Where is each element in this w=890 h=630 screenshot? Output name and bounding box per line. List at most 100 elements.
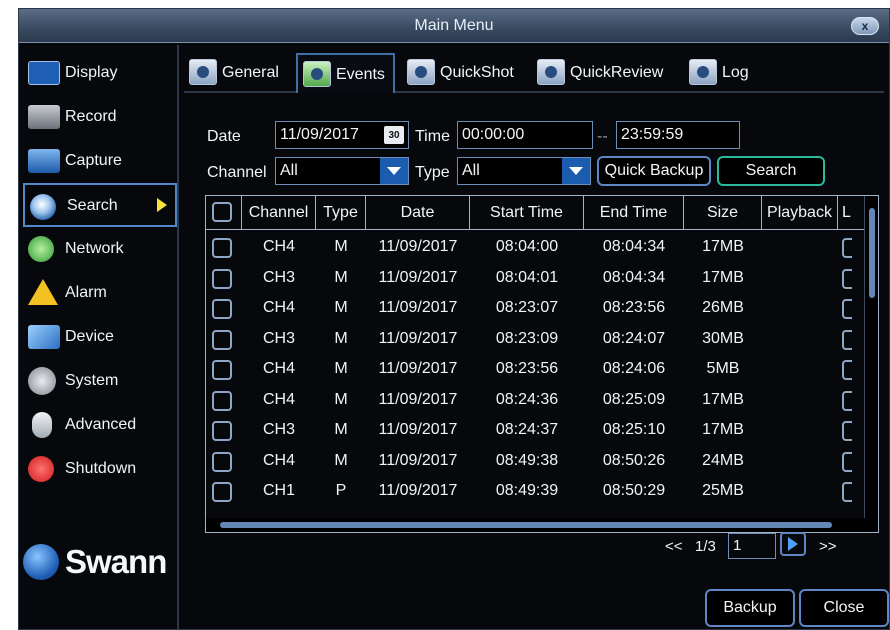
row-checkbox[interactable]: [212, 268, 232, 289]
tab-quickreview[interactable]: QuickReview: [532, 53, 671, 93]
table-cell: 08:50:29: [602, 482, 666, 499]
sidebar: Display Record Capture Search Network Al…: [19, 45, 179, 629]
lock-checkbox[interactable]: [842, 421, 852, 441]
table-cell: CH4: [262, 451, 295, 469]
sidebar-item-network[interactable]: Network: [23, 229, 177, 269]
close-window-button[interactable]: x: [851, 17, 879, 35]
channel-select[interactable]: All: [275, 157, 409, 185]
sidebar-item-device[interactable]: Device: [23, 317, 177, 357]
sidebar-item-display[interactable]: Display: [23, 53, 177, 93]
table-cell: 11/09/2017: [378, 360, 458, 377]
lock-checkbox[interactable]: [842, 482, 852, 502]
row-checkbox[interactable]: [212, 360, 232, 380]
table-cell: 08:23:07: [495, 299, 559, 316]
table-cell: CH4: [262, 390, 295, 408]
table-cell: 08:24:07: [602, 329, 666, 347]
prev-page-button[interactable]: <<: [665, 535, 683, 559]
column-header-channel[interactable]: Channel: [242, 196, 316, 230]
table-cell: CH1: [262, 482, 295, 499]
log-tab-icon: [689, 59, 717, 85]
table-cell: CH4: [262, 238, 295, 255]
tab-events[interactable]: Events: [296, 53, 395, 93]
backup-button[interactable]: Backup: [705, 589, 795, 627]
select-all-checkbox[interactable]: [212, 202, 232, 222]
table-row[interactable]: CH1 P 11/09/2017 08:49:39 08:50:29 25MB: [206, 481, 866, 512]
vertical-scroll-thumb[interactable]: [869, 208, 875, 298]
record-icon: [28, 105, 60, 129]
events-tab-icon: [303, 61, 331, 87]
quick-backup-button[interactable]: Quick Backup: [597, 156, 711, 186]
sidebar-item-shutdown[interactable]: Shutdown: [23, 449, 177, 489]
next-page-button[interactable]: >>: [819, 535, 837, 559]
type-select[interactable]: All: [457, 157, 591, 185]
column-header-date[interactable]: Date: [366, 196, 470, 230]
lock-checkbox[interactable]: [842, 238, 852, 258]
row-checkbox[interactable]: [212, 451, 232, 472]
lock-checkbox[interactable]: [842, 360, 852, 380]
table-cell: 11/09/2017: [378, 329, 458, 347]
table-cell: 5MB: [706, 360, 740, 377]
sidebar-item-system[interactable]: System: [23, 361, 177, 401]
gear-icon: [28, 367, 56, 395]
column-header-end-time[interactable]: End Time: [584, 196, 684, 230]
sidebar-item-record[interactable]: Record: [23, 97, 177, 137]
lock-checkbox[interactable]: [842, 329, 852, 350]
row-checkbox[interactable]: [212, 421, 232, 441]
date-field[interactable]: 11/09/2017 30: [275, 121, 409, 149]
horizontal-scrollbar[interactable]: [206, 518, 866, 532]
table-cell: 11/09/2017: [378, 482, 458, 499]
vertical-scrollbar[interactable]: [864, 196, 878, 532]
sidebar-item-capture[interactable]: Capture: [23, 141, 177, 181]
row-checkbox[interactable]: [212, 482, 232, 502]
row-checkbox[interactable]: [212, 390, 232, 411]
page-number-input[interactable]: 1: [728, 533, 776, 559]
close-button[interactable]: Close: [799, 589, 889, 627]
start-time-field[interactable]: 00:00:00: [457, 121, 593, 149]
column-header-start-time[interactable]: Start Time: [470, 196, 584, 230]
column-header-lock[interactable]: L: [838, 196, 866, 230]
table-cell: 08:04:34: [602, 268, 666, 286]
camera-icon: [28, 149, 60, 173]
go-page-arrow-icon[interactable]: [780, 532, 806, 556]
swann-logo: Swann: [23, 539, 175, 585]
horizontal-scroll-thumb[interactable]: [220, 522, 832, 528]
table-cell: M: [334, 421, 348, 438]
table-cell: M: [334, 329, 348, 347]
sidebar-item-alarm[interactable]: Alarm: [23, 273, 177, 313]
chevron-down-icon[interactable]: [562, 158, 590, 184]
tab-general[interactable]: General: [184, 53, 287, 93]
sidebar-item-search[interactable]: Search: [23, 183, 177, 227]
lock-checkbox[interactable]: [842, 390, 852, 411]
search-button[interactable]: Search: [717, 156, 825, 186]
table-cell: 25MB: [702, 482, 744, 499]
table-cell: 08:24:36: [495, 390, 559, 408]
column-header-size[interactable]: Size: [684, 196, 762, 230]
row-checkbox[interactable]: [212, 329, 232, 350]
header-select-all[interactable]: [206, 196, 242, 230]
lock-checkbox[interactable]: [842, 299, 852, 319]
time-separator: --: [597, 128, 608, 145]
lock-checkbox[interactable]: [842, 268, 852, 289]
chevron-down-icon[interactable]: [380, 158, 408, 184]
table-cell: 08:23:56: [602, 299, 666, 316]
tab-quickshot[interactable]: QuickShot: [402, 53, 522, 93]
lock-checkbox[interactable]: [842, 451, 852, 472]
column-header-type[interactable]: Type: [316, 196, 366, 230]
calendar-icon[interactable]: 30: [384, 126, 404, 144]
table-cell: 08:23:56: [495, 360, 559, 377]
table-cell: CH4: [262, 299, 295, 316]
table-cell: 17MB: [702, 390, 744, 408]
channel-label: Channel: [207, 164, 267, 181]
table-cell: 08:25:09: [602, 390, 666, 408]
sidebar-item-advanced[interactable]: Advanced: [23, 405, 177, 445]
camera-tab-icon: [189, 59, 217, 85]
column-header-playback[interactable]: Playback: [762, 196, 838, 230]
search-icon: [30, 194, 56, 220]
row-checkbox[interactable]: [212, 299, 232, 319]
row-checkbox[interactable]: [212, 238, 232, 258]
table-cell: M: [334, 299, 348, 316]
main-menu-window: Main Menu x Display Record Capture Searc…: [18, 8, 890, 630]
end-time-field[interactable]: 23:59:59: [616, 121, 740, 149]
table-cell: CH3: [262, 329, 295, 347]
tab-log[interactable]: Log: [684, 53, 757, 93]
